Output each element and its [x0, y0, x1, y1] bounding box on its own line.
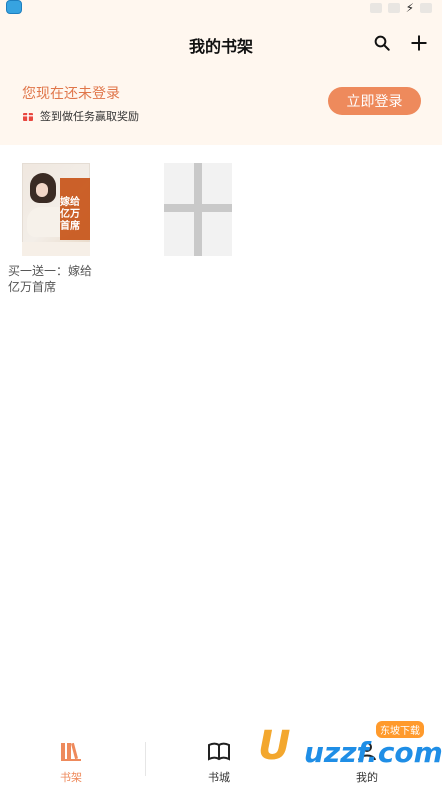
gift-icon	[23, 113, 33, 121]
tab-label: 书架	[60, 771, 82, 784]
reward-row: 签到做任务赢取奖励	[22, 108, 139, 124]
search-button[interactable]	[369, 30, 395, 56]
login-banner: 您现在还未登录 签到做任务赢取奖励 立即登录	[0, 75, 442, 135]
wifi-icon	[369, 3, 382, 13]
cover-strip	[22, 242, 90, 256]
search-icon	[374, 35, 390, 51]
tab-label: 书城	[208, 771, 230, 784]
bookshelf-icon	[61, 742, 81, 761]
tab-bookstore[interactable]: 书城	[184, 739, 254, 784]
add-book-slot[interactable]	[164, 163, 232, 256]
signal-icon	[387, 3, 400, 13]
status-icons: ⚡	[369, 0, 432, 16]
tab-divider	[145, 742, 146, 776]
battery-icon	[420, 3, 432, 13]
tab-bookshelf[interactable]: 书架	[36, 739, 106, 784]
open-book-icon	[208, 742, 230, 761]
watermark-mark: U	[258, 723, 291, 769]
book-cover[interactable]: 嫁给亿万首席	[22, 163, 90, 256]
watermark-brand: uzzf.com	[304, 736, 442, 769]
reward-text: 签到做任务赢取奖励	[40, 110, 139, 123]
login-button[interactable]: 立即登录	[328, 87, 421, 115]
status-bar: ⚡	[0, 0, 442, 18]
charging-icon: ⚡	[405, 1, 414, 15]
add-book-button[interactable]	[406, 30, 432, 56]
plus-icon	[411, 35, 427, 51]
app-icon	[6, 0, 22, 14]
cover-title: 嫁给亿万首席	[60, 197, 80, 232]
header: 我的书架	[0, 28, 442, 60]
plus-icon	[164, 204, 232, 212]
login-prompt: 您现在还未登录	[22, 86, 120, 102]
cover-art	[36, 183, 48, 197]
watermark-logo: U uzzf.com 东坡下载	[258, 721, 442, 783]
watermark-badge: 东坡下载	[376, 721, 424, 738]
book-title: 买一送一：嫁给亿万首席	[8, 264, 93, 294]
